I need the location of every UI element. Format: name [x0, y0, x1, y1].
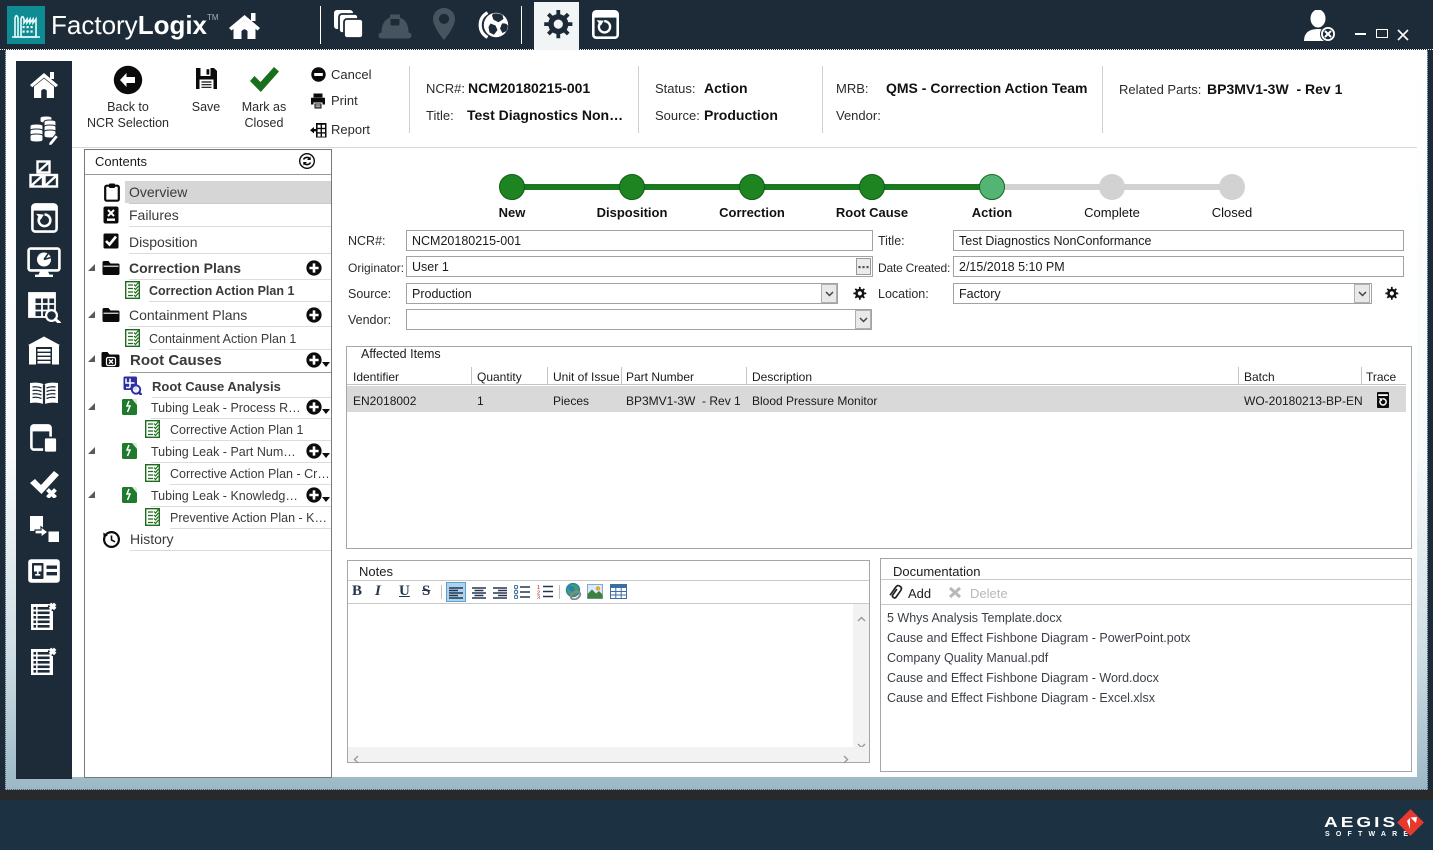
- svg-text:3: 3: [537, 596, 540, 600]
